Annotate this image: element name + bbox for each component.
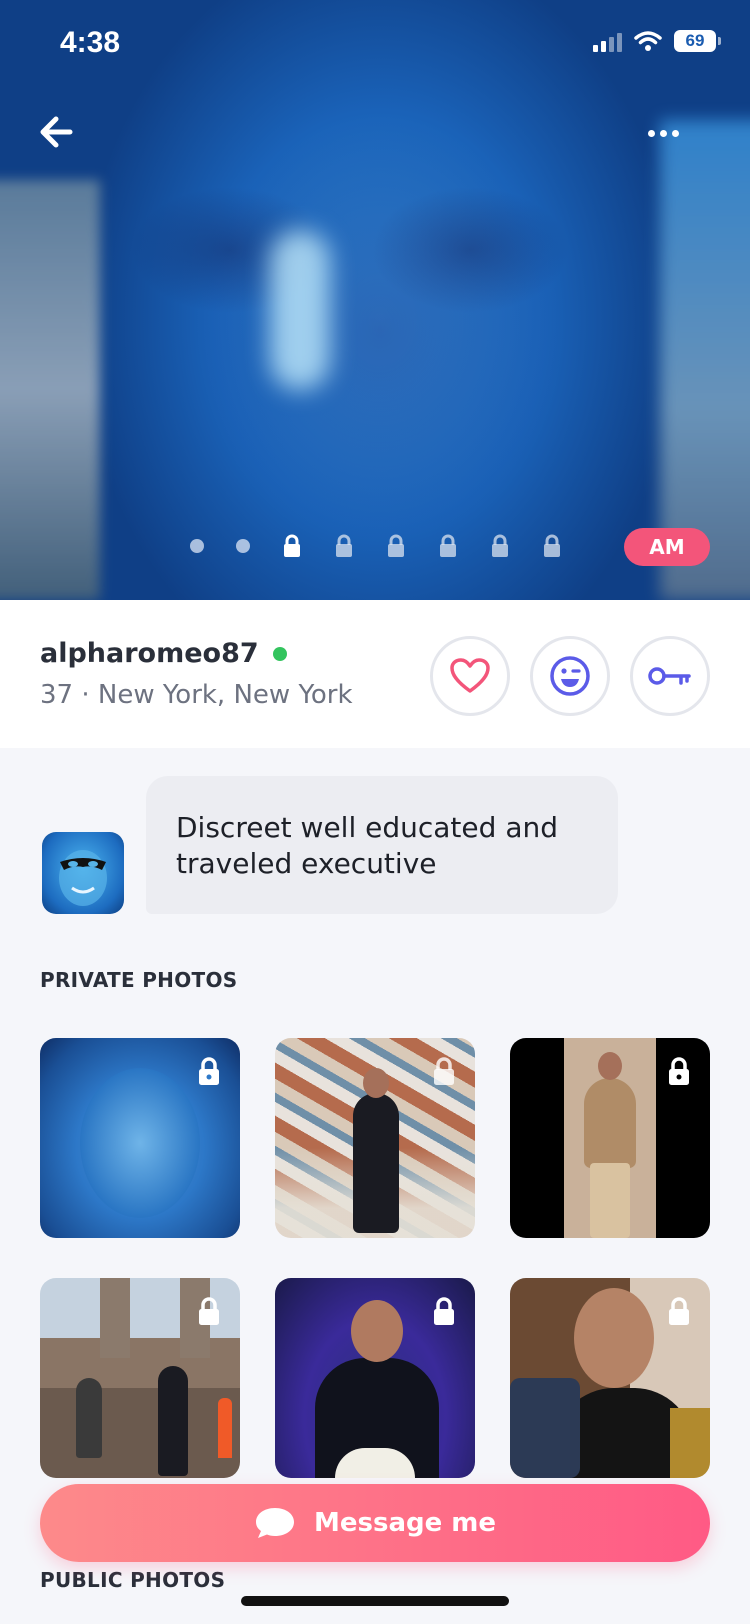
private-photo[interactable] — [510, 1038, 710, 1238]
hero-background-left — [0, 180, 100, 600]
pager-dot[interactable] — [190, 539, 204, 553]
lock-icon — [199, 1057, 219, 1085]
bio-text: Discreet well educated and traveled exec… — [176, 811, 558, 880]
status-time: 4:38 — [60, 26, 121, 59]
private-photo[interactable] — [40, 1038, 240, 1238]
wink-button[interactable] — [530, 636, 610, 716]
lock-icon — [199, 1297, 219, 1325]
private-photo[interactable] — [510, 1278, 710, 1478]
public-photos-title: PUBLIC PHOTOS — [40, 1568, 226, 1592]
wink-emoji-icon — [550, 656, 590, 696]
username: alpharomeo87 — [40, 638, 259, 669]
lock-icon — [669, 1297, 689, 1325]
am-badge: AM — [624, 528, 710, 566]
username-row: alpharomeo87 — [40, 638, 287, 669]
lock-icon — [669, 1057, 689, 1085]
private-photo[interactable] — [40, 1278, 240, 1478]
hero-highlight — [270, 230, 330, 390]
pager-lock-icon[interactable] — [542, 534, 562, 558]
pager-lock-icon[interactable] — [438, 534, 458, 558]
pager-lock-icon[interactable] — [490, 534, 510, 558]
pager-lock-icon[interactable] — [386, 534, 406, 558]
photo-pager — [190, 534, 594, 558]
profile-header: alpharomeo87 37 · New York, New York — [0, 600, 750, 748]
battery-icon: 69 — [674, 30, 721, 52]
private-photo[interactable] — [275, 1038, 475, 1238]
heart-icon — [450, 658, 490, 693]
profile-hero-photo[interactable]: 4:38 69 AM — [0, 0, 750, 600]
private-photo[interactable] — [275, 1278, 475, 1478]
bio-bubble: Discreet well educated and traveled exec… — [146, 776, 618, 914]
lock-icon — [434, 1297, 454, 1325]
private-photos-title: PRIVATE PHOTOS — [40, 968, 238, 992]
home-indicator[interactable] — [241, 1596, 509, 1606]
key-icon — [648, 667, 691, 685]
pager-lock-icon[interactable] — [282, 534, 302, 558]
lock-icon — [434, 1057, 454, 1085]
message-me-label: Message me — [313, 1508, 497, 1538]
wifi-icon — [634, 31, 662, 51]
pager-dot[interactable] — [236, 539, 250, 553]
like-button[interactable] — [430, 636, 510, 716]
more-options-icon[interactable] — [648, 118, 688, 148]
pager-lock-icon[interactable] — [334, 534, 354, 558]
online-status-indicator — [272, 646, 287, 661]
mask-icon — [59, 850, 107, 906]
message-me-button[interactable]: Message me — [40, 1484, 710, 1562]
bio-avatar — [42, 832, 124, 914]
cellular-signal-icon — [593, 30, 622, 52]
chat-bubble-icon — [255, 1508, 294, 1538]
age-location: 37 · New York, New York — [40, 680, 353, 710]
key-button[interactable] — [630, 636, 710, 716]
back-arrow-icon[interactable] — [36, 112, 76, 152]
status-icons: 69 — [593, 30, 721, 52]
